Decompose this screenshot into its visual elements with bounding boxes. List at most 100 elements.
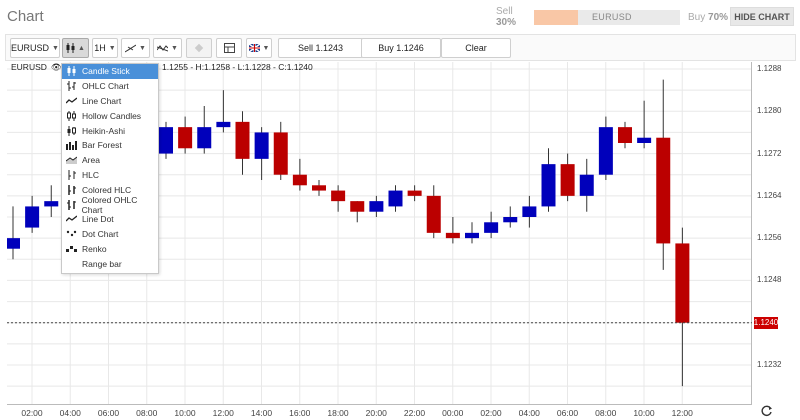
header-bar: Chart Sell 30% EURUSD Buy 70% HIDE CHART bbox=[0, 0, 800, 34]
hide-chart-button[interactable]: HIDE CHART bbox=[730, 7, 794, 26]
x-tick-label: 22:00 bbox=[403, 408, 426, 418]
chart-type-option-label: OHLC Chart bbox=[82, 81, 129, 92]
sell-button[interactable]: Sell 1.1243 bbox=[278, 38, 363, 58]
chart-type-button[interactable]: ▲ bbox=[62, 38, 89, 58]
chart-type-option[interactable]: Renko bbox=[62, 242, 158, 257]
renko-icon bbox=[65, 244, 78, 254]
candle-up bbox=[541, 164, 556, 207]
area-icon bbox=[65, 155, 78, 165]
chevron-down-icon: ▼ bbox=[262, 44, 270, 52]
candle-up bbox=[388, 190, 403, 207]
chart-type-option[interactable]: Dot Chart bbox=[62, 227, 158, 242]
symbol-select-value: EURUSD bbox=[11, 43, 50, 53]
eraser-icon bbox=[194, 43, 204, 53]
x-tick-label: 08:00 bbox=[136, 408, 158, 418]
chevron-down-icon: ▼ bbox=[108, 44, 116, 52]
candle-down bbox=[292, 174, 307, 186]
x-tick-label: 02:00 bbox=[21, 408, 43, 418]
timeframe-value: 1H bbox=[94, 43, 106, 53]
candle-up bbox=[484, 222, 499, 233]
candle-down bbox=[312, 185, 326, 191]
candle-down bbox=[350, 201, 365, 212]
chart-type-option-label: Hollow Candles bbox=[82, 110, 142, 121]
buy-button[interactable]: Buy 1.1246 bbox=[361, 38, 441, 58]
clear-button[interactable]: Clear bbox=[441, 38, 511, 58]
info-symbol: EURUSD bbox=[11, 62, 47, 72]
y-tick-label: 1.1256 bbox=[757, 233, 782, 243]
chart-type-option[interactable]: OHLC Chart bbox=[62, 79, 158, 94]
uk-flag-icon bbox=[248, 44, 260, 52]
x-tick-label: 12:00 bbox=[212, 408, 234, 418]
candle-up bbox=[369, 201, 384, 212]
refresh-icon[interactable] bbox=[761, 405, 773, 417]
chart-type-option[interactable]: Line Chart bbox=[62, 94, 158, 109]
ohlc-icon bbox=[65, 81, 78, 92]
candle-up bbox=[254, 132, 269, 159]
chevron-down-icon: ▼ bbox=[171, 44, 178, 52]
eraser-button[interactable] bbox=[186, 38, 212, 58]
y-tick-label: 1.1232 bbox=[757, 360, 782, 369]
chart-type-option[interactable]: Area bbox=[62, 153, 158, 168]
candle-up bbox=[522, 206, 537, 217]
language-select[interactable]: ▼ bbox=[246, 38, 272, 58]
chart-type-option[interactable]: HLC bbox=[62, 168, 158, 183]
line-dot-icon bbox=[65, 214, 78, 224]
y-tick-label: 1.1288 bbox=[757, 64, 782, 73]
x-tick-label: 10:00 bbox=[174, 408, 196, 418]
chart-type-option-label: Dot Chart bbox=[82, 229, 119, 240]
drawing-tools-button[interactable]: ▼ bbox=[121, 38, 150, 58]
candle-down bbox=[675, 243, 690, 323]
x-tick-label: 00:00 bbox=[442, 408, 464, 418]
candle-stick-icon bbox=[65, 66, 78, 77]
timeframe-select[interactable]: 1H ▼ bbox=[92, 38, 118, 58]
layout-button[interactable] bbox=[216, 38, 242, 58]
x-tick-label: 14:00 bbox=[250, 408, 273, 418]
candle-up bbox=[159, 127, 173, 154]
sentiment-widget: Sell 30% EURUSD Buy 70% bbox=[496, 6, 728, 28]
candle-down bbox=[178, 127, 193, 149]
hollow-candles-icon bbox=[65, 110, 78, 121]
chart-type-option[interactable]: Range bar bbox=[62, 256, 158, 271]
chart-type-option[interactable]: Heikin-Ashi bbox=[62, 123, 158, 138]
chart-type-option-label: Line Dot bbox=[82, 214, 114, 225]
chart-info-ohlc: 1.1255 - H:1.1258 - L:1.1228 - C:1.1240 bbox=[162, 62, 313, 72]
dot-chart-icon bbox=[65, 229, 78, 239]
sentiment-bar: EURUSD bbox=[534, 9, 680, 25]
candle-down bbox=[445, 232, 460, 239]
layout-icon bbox=[223, 43, 235, 53]
chart-type-option[interactable]: Bar Forest bbox=[62, 138, 158, 153]
blank-icon bbox=[65, 259, 78, 269]
chart-type-option[interactable]: Hollow Candles bbox=[62, 108, 158, 123]
chevron-up-icon: ▲ bbox=[78, 44, 85, 52]
sentiment-symbol: EURUSD bbox=[592, 11, 632, 22]
chart-type-option[interactable]: Colored OHLC Chart bbox=[62, 194, 158, 215]
chart-type-option-label: Line Chart bbox=[82, 95, 122, 106]
chart-type-option-label: Bar Forest bbox=[82, 140, 122, 151]
candle-down bbox=[407, 190, 422, 196]
sentiment-sell-pct: 30% bbox=[496, 17, 517, 28]
chart-type-option[interactable]: Candle Stick bbox=[62, 64, 158, 79]
x-tick-label: 18:00 bbox=[327, 408, 349, 418]
x-tick-label: 12:00 bbox=[671, 408, 693, 418]
x-tick-label: 02:00 bbox=[480, 408, 502, 418]
x-tick-label: 06:00 bbox=[556, 408, 579, 418]
symbol-select[interactable]: EURUSD ▼ bbox=[10, 38, 60, 58]
y-tick-label: 1.1248 bbox=[757, 275, 782, 285]
candle-stick-icon bbox=[66, 43, 75, 53]
chart-type-option-label: Candle Stick bbox=[82, 66, 130, 77]
candle-up bbox=[465, 232, 479, 239]
x-tick-label: 20:00 bbox=[365, 408, 387, 418]
candle-up bbox=[216, 121, 231, 128]
chart-type-option-label: Colored HLC bbox=[82, 184, 132, 195]
current-price-tag: 1.1240 bbox=[753, 316, 779, 329]
candle-up bbox=[637, 137, 652, 143]
chart-type-option-label: HLC bbox=[82, 169, 100, 180]
x-tick-label: 06:00 bbox=[97, 408, 120, 418]
y-tick-label: 1.1272 bbox=[757, 148, 782, 158]
indicators-button[interactable]: ▼ bbox=[153, 38, 182, 58]
bar-forest-icon bbox=[65, 140, 78, 151]
chart-type-option-label: Colored OHLC Chart bbox=[81, 194, 138, 215]
sentiment-buy: Buy 70% bbox=[688, 12, 728, 23]
candle-up bbox=[25, 206, 40, 228]
chevron-down-icon: ▼ bbox=[139, 44, 146, 52]
